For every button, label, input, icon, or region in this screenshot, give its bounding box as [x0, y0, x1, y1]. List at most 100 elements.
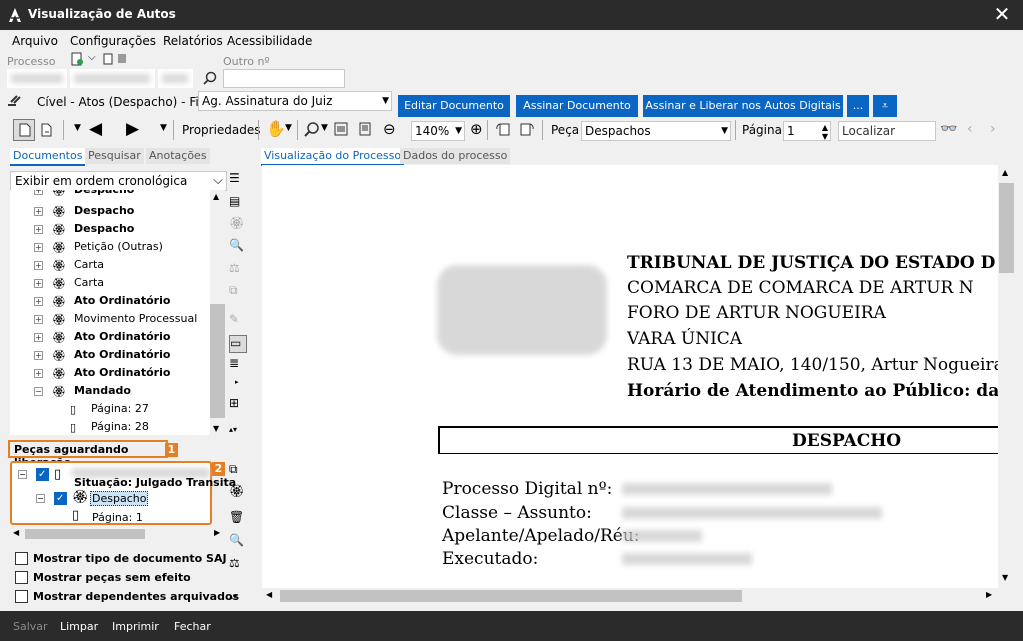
expand-arrow-icon[interactable]: ▸	[235, 378, 239, 386]
fit-page-icon[interactable]	[358, 122, 372, 136]
scroll-up-icon[interactable]: ▲	[213, 192, 219, 201]
scroll-thumb[interactable]	[210, 304, 225, 418]
stack-icon[interactable]: ▤	[229, 194, 247, 212]
expand-icon[interactable]: +	[34, 225, 43, 234]
dropdown-arrow-icon[interactable]: ▼	[321, 123, 328, 133]
edit-doc-icon[interactable]: ✎	[229, 312, 247, 330]
pending-item[interactable]: Despacho	[90, 491, 149, 506]
close-button[interactable]: Fechar	[174, 620, 211, 633]
pending-root-checkbox[interactable]	[36, 468, 49, 481]
show-doctype-label[interactable]: Mostrar tipo de documento SAJ	[33, 552, 227, 565]
page-icon[interactable]: ▭	[229, 335, 247, 353]
other-number-input[interactable]	[223, 69, 345, 88]
show-void-checkbox[interactable]	[15, 571, 28, 584]
stepper-arrows-icon[interactable]: ▲ ▼	[822, 123, 828, 141]
dropdown-arrow-icon[interactable]: ▼	[160, 123, 167, 133]
process-number-field-3[interactable]	[158, 69, 193, 88]
print-button[interactable]: Imprimir	[112, 620, 159, 633]
menu-arquivo[interactable]: Arquivo	[12, 34, 58, 48]
sign-document-button[interactable]: Assinar Documento	[516, 95, 638, 117]
sign-release-button[interactable]: Assinar e Liberar nos Autos Digitais	[643, 95, 843, 117]
gavel-icon[interactable]: ⚖	[229, 556, 247, 574]
pending-despacho-checkbox[interactable]	[54, 492, 67, 505]
scroll-left-icon[interactable]: ◀	[266, 590, 272, 599]
menu-acessibilidade[interactable]: Acessibilidade	[227, 34, 312, 48]
expand-icon[interactable]: +	[34, 243, 43, 252]
expand-icon[interactable]: +	[34, 261, 43, 270]
localizar-input[interactable]: Localizar	[838, 121, 936, 141]
seal-doc-icon[interactable]: 🏵	[229, 216, 247, 234]
expand-icon[interactable]: +	[34, 279, 43, 288]
previous-icon[interactable]: ◀	[89, 119, 102, 139]
dropdown-arrow-icon[interactable]: ▼	[285, 123, 292, 133]
find-next-icon[interactable]: ›	[990, 121, 996, 137]
tab-pesquisar[interactable]: Pesquisar	[85, 148, 144, 164]
document-view-button[interactable]	[13, 119, 35, 141]
trash-icon[interactable]: 🗑	[229, 510, 247, 528]
fila-select[interactable]: Ag. Assinatura do Juiz ▼	[198, 91, 392, 111]
chevron-up-down-icon[interactable]: ▴▾	[229, 425, 237, 434]
scroll-thumb[interactable]	[25, 529, 145, 539]
edit-document-button[interactable]: Editar Documento	[398, 95, 510, 117]
scroll-down-icon[interactable]: ▼	[213, 424, 219, 433]
clear-button[interactable]: Limpar	[60, 620, 98, 633]
pending-hscroll[interactable]: ◀ ▶	[10, 527, 225, 541]
properties-button[interactable]: Propriedades	[182, 123, 261, 137]
seal-search-icon[interactable]: 🏵	[229, 484, 247, 502]
find-previous-icon[interactable]: ‹	[967, 121, 973, 137]
gavel-icon[interactable]: ⚖	[229, 261, 247, 279]
tab-anotacoes[interactable]: Anotações	[146, 148, 210, 164]
expand-button[interactable]: ⩡	[873, 95, 897, 117]
binoculars-icon[interactable]: 👓	[940, 121, 957, 137]
seal-search-icon[interactable]: 🔍	[229, 238, 247, 256]
menu-relatorios[interactable]: Relatórios	[163, 34, 223, 48]
next-icon[interactable]: ▶	[126, 119, 139, 139]
collapse-icon[interactable]: −	[34, 387, 43, 396]
menu-configuracoes[interactable]: Configurações	[70, 34, 156, 48]
show-doctype-checkbox[interactable]	[15, 552, 28, 565]
doc-list-icon[interactable]: ≣	[229, 356, 247, 374]
zoom-select[interactable]: 140% ▼	[411, 121, 465, 141]
fit-width-icon[interactable]	[334, 122, 348, 136]
close-icon[interactable]: ✕	[992, 4, 1012, 24]
expand-icon[interactable]: +	[34, 190, 43, 195]
dropdown-arrow-icon[interactable]: ▼	[74, 123, 81, 133]
expand-icon[interactable]: +	[34, 333, 43, 342]
more-button[interactable]: ...	[847, 95, 869, 117]
show-archived-checkbox[interactable]	[15, 590, 28, 603]
expand-icon[interactable]: +	[34, 297, 43, 306]
peca-select[interactable]: Despachos ▼	[581, 121, 731, 141]
document-tree[interactable]: +🏵Despacho +🏵Despacho +🏵Despacho +🏵Petiç…	[10, 190, 210, 435]
hand-icon[interactable]: ✋	[266, 119, 286, 138]
hand-doc-icon[interactable]	[40, 122, 54, 138]
tab-dados[interactable]: Dados do processo	[400, 148, 511, 164]
process-number-field-2[interactable]	[70, 69, 155, 88]
process-number-field-1[interactable]	[7, 69, 67, 88]
show-archived-label[interactable]: Mostrar dependentes arquivados	[33, 590, 239, 603]
scroll-thumb[interactable]	[999, 183, 1014, 273]
copy-icon[interactable]: ⧉	[229, 283, 247, 301]
pending-page[interactable]: Página: 1	[92, 511, 143, 524]
zoom-in-icon[interactable]: ⊕	[470, 120, 483, 138]
scroll-right-icon[interactable]: ▶	[214, 528, 220, 537]
chevron-down-icon[interactable]: ⌵	[88, 52, 96, 63]
expand-icon[interactable]: +	[34, 315, 43, 324]
rotate-left-icon[interactable]	[495, 121, 511, 137]
zoom-icon[interactable]	[304, 121, 320, 137]
pending-tree[interactable]: − ▯ Situação: Julgado Transita − 🏵 Despa…	[10, 461, 236, 525]
tab-documentos[interactable]: Documentos	[10, 148, 86, 166]
collapse-icon[interactable]: −	[18, 470, 27, 479]
scroll-up-icon[interactable]: ▲	[1002, 168, 1008, 177]
expand-icon[interactable]: +	[34, 369, 43, 378]
expand-icon[interactable]: +	[34, 351, 43, 360]
collapse-icon[interactable]: −	[36, 494, 45, 503]
preview-vscroll[interactable]: ▲ ▼	[998, 165, 1015, 588]
tree-scrollbar[interactable]: ▲ ▼	[210, 190, 225, 435]
search-icon[interactable]	[203, 71, 217, 85]
scroll-left-icon[interactable]: ◀	[13, 528, 19, 537]
add-doc-icon[interactable]: ⊞	[229, 396, 247, 414]
preview-hscroll[interactable]: ◀ ▶	[262, 588, 998, 604]
scroll-down-icon[interactable]: ▼	[1002, 573, 1008, 582]
scroll-right-icon[interactable]: ▶	[986, 590, 992, 599]
rotate-right-icon[interactable]	[519, 121, 535, 137]
